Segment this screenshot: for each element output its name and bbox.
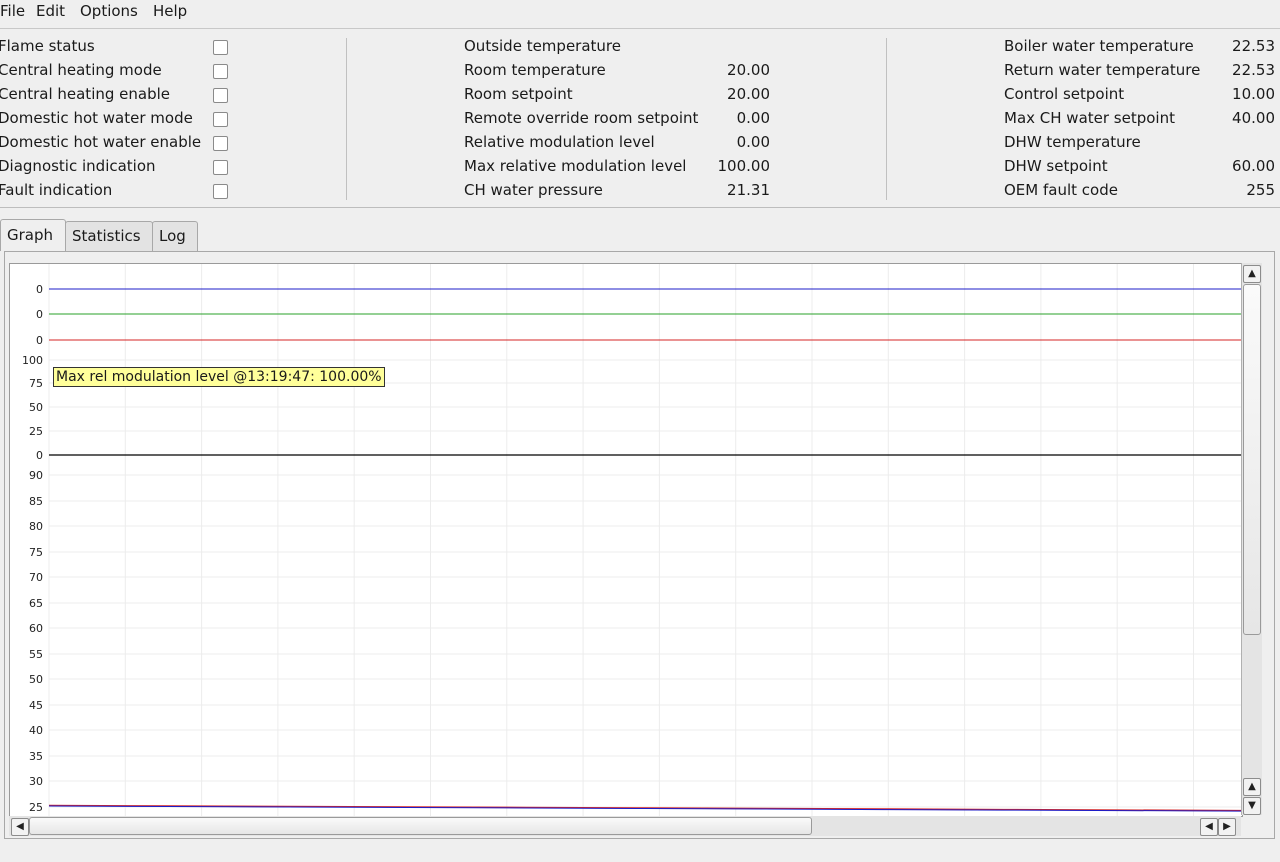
menu-edit[interactable]: Edit: [36, 2, 65, 20]
scroll-right-button[interactable]: ▶: [1218, 818, 1236, 836]
reading-value: 0.00: [736, 133, 770, 151]
menu-file[interactable]: File: [0, 2, 25, 20]
scroll-left-button[interactable]: ◀: [11, 818, 29, 836]
graph-tooltip: Max rel modulation level @13:19:47: 100.…: [53, 367, 385, 387]
y-tick-label: 90: [29, 469, 43, 482]
vertical-scroll-thumb[interactable]: [1243, 284, 1261, 635]
reading-value: 0.00: [736, 109, 770, 127]
reading-value: 100.00: [717, 157, 771, 175]
flag-label: Flame status: [0, 37, 95, 55]
tab-log[interactable]: Log: [152, 221, 198, 251]
reading-value: 255: [1246, 181, 1275, 199]
y-tick-label: 0: [36, 308, 43, 321]
reading-value: 40.00: [1232, 109, 1275, 127]
scroll-up-button-lower[interactable]: ▲: [1243, 778, 1261, 796]
y-tick-label: 75: [29, 546, 43, 559]
y-tick-label: 30: [29, 775, 43, 788]
reading-value: 22.53: [1232, 61, 1275, 79]
scroll-up-button[interactable]: ▲: [1243, 265, 1261, 283]
tab-graph[interactable]: Graph: [0, 219, 66, 251]
reading-label: Room setpoint: [464, 85, 573, 103]
reading-value: 20.00: [727, 61, 770, 79]
flag-label: Diagnostic indication: [0, 157, 156, 175]
horizontal-scrollbar[interactable]: ◀ ◀ ▶: [9, 816, 1241, 836]
reading-label: Remote override room setpoint: [464, 109, 699, 127]
y-tick-label: 85: [29, 495, 43, 508]
reading-label: Room temperature: [464, 61, 606, 79]
reading-label: Boiler water temperature: [1004, 37, 1194, 55]
y-tick-label: 25: [29, 801, 43, 814]
horizontal-scroll-thumb[interactable]: [29, 817, 812, 835]
flag-label: Domestic hot water enable: [0, 133, 202, 151]
reading-label: Max relative modulation level: [464, 157, 687, 175]
vertical-scrollbar[interactable]: ▲ ▲ ▼: [1241, 263, 1262, 815]
flag-checkbox[interactable]: [213, 160, 228, 175]
y-tick-label: 0: [36, 283, 43, 296]
y-tick-label: 55: [29, 648, 43, 661]
reading-value: 22.53: [1232, 37, 1275, 55]
y-tick-label: 65: [29, 597, 43, 610]
reading-label: Relative modulation level: [464, 133, 655, 151]
reading-value: 10.00: [1232, 85, 1275, 103]
reading-label: Max CH water setpoint: [1004, 109, 1175, 127]
reading-label: DHW setpoint: [1004, 157, 1108, 175]
separator: [346, 38, 347, 200]
y-tick-label: 100: [22, 354, 43, 367]
reading-label: OEM fault code: [1004, 181, 1118, 199]
menu-options[interactable]: Options: [80, 2, 138, 20]
flag-label: Central heating enable: [0, 85, 171, 103]
reading-value: 60.00: [1232, 157, 1275, 175]
reading-value: 20.00: [727, 85, 770, 103]
menu-help[interactable]: Help: [153, 2, 187, 20]
y-tick-label: 70: [29, 571, 43, 584]
scroll-left-button-right[interactable]: ◀: [1200, 818, 1218, 836]
reading-label: Outside temperature: [464, 37, 621, 55]
reading-value: 21.31: [727, 181, 770, 199]
y-tick-label: 0: [36, 334, 43, 347]
flag-checkbox[interactable]: [213, 40, 228, 55]
reading-label: DHW temperature: [1004, 133, 1141, 151]
flag-checkbox[interactable]: [213, 112, 228, 127]
menu-bar: File Edit Options Help: [0, 0, 1280, 29]
flag-label: Central heating mode: [0, 61, 162, 79]
tab-statistics[interactable]: Statistics: [65, 221, 153, 251]
flag-checkbox[interactable]: [213, 184, 228, 199]
flag-label: Fault indication: [0, 181, 113, 199]
flag-checkbox[interactable]: [213, 136, 228, 151]
status-panel: Flame status Central heating mode Central …: [0, 30, 1280, 208]
y-tick-label: 60: [29, 622, 43, 635]
reading-label: Control setpoint: [1004, 85, 1125, 103]
reading-label: CH water pressure: [464, 181, 603, 199]
separator: [886, 38, 887, 200]
scroll-down-button[interactable]: ▼: [1243, 797, 1261, 815]
graph-plot-area: 0 0 0 100 75 50 25 0 90 85 80 75 70 65 60 55 50 45 40 35 30 2…: [9, 263, 1243, 817]
y-tick-label: 35: [29, 750, 43, 763]
y-tick-label: 50: [29, 673, 43, 686]
y-tick-label: 75: [29, 377, 43, 390]
y-tick-label: 0: [36, 449, 43, 462]
y-tick-label: 45: [29, 699, 43, 712]
y-tick-label: 40: [29, 724, 43, 737]
y-tick-label: 80: [29, 520, 43, 533]
flag-checkbox[interactable]: [213, 88, 228, 103]
flag-label: Domestic hot water mode: [0, 109, 193, 127]
y-tick-label: 50: [29, 401, 43, 414]
flag-checkbox[interactable]: [213, 64, 228, 79]
y-tick-label: 25: [29, 425, 43, 438]
reading-label: Return water temperature: [1004, 61, 1201, 79]
graph-svg: 0 0 0 100 75 50 25 0 90 85 80 75 70 65 60 55 50 45 40 35 30 2…: [22, 264, 1242, 816]
